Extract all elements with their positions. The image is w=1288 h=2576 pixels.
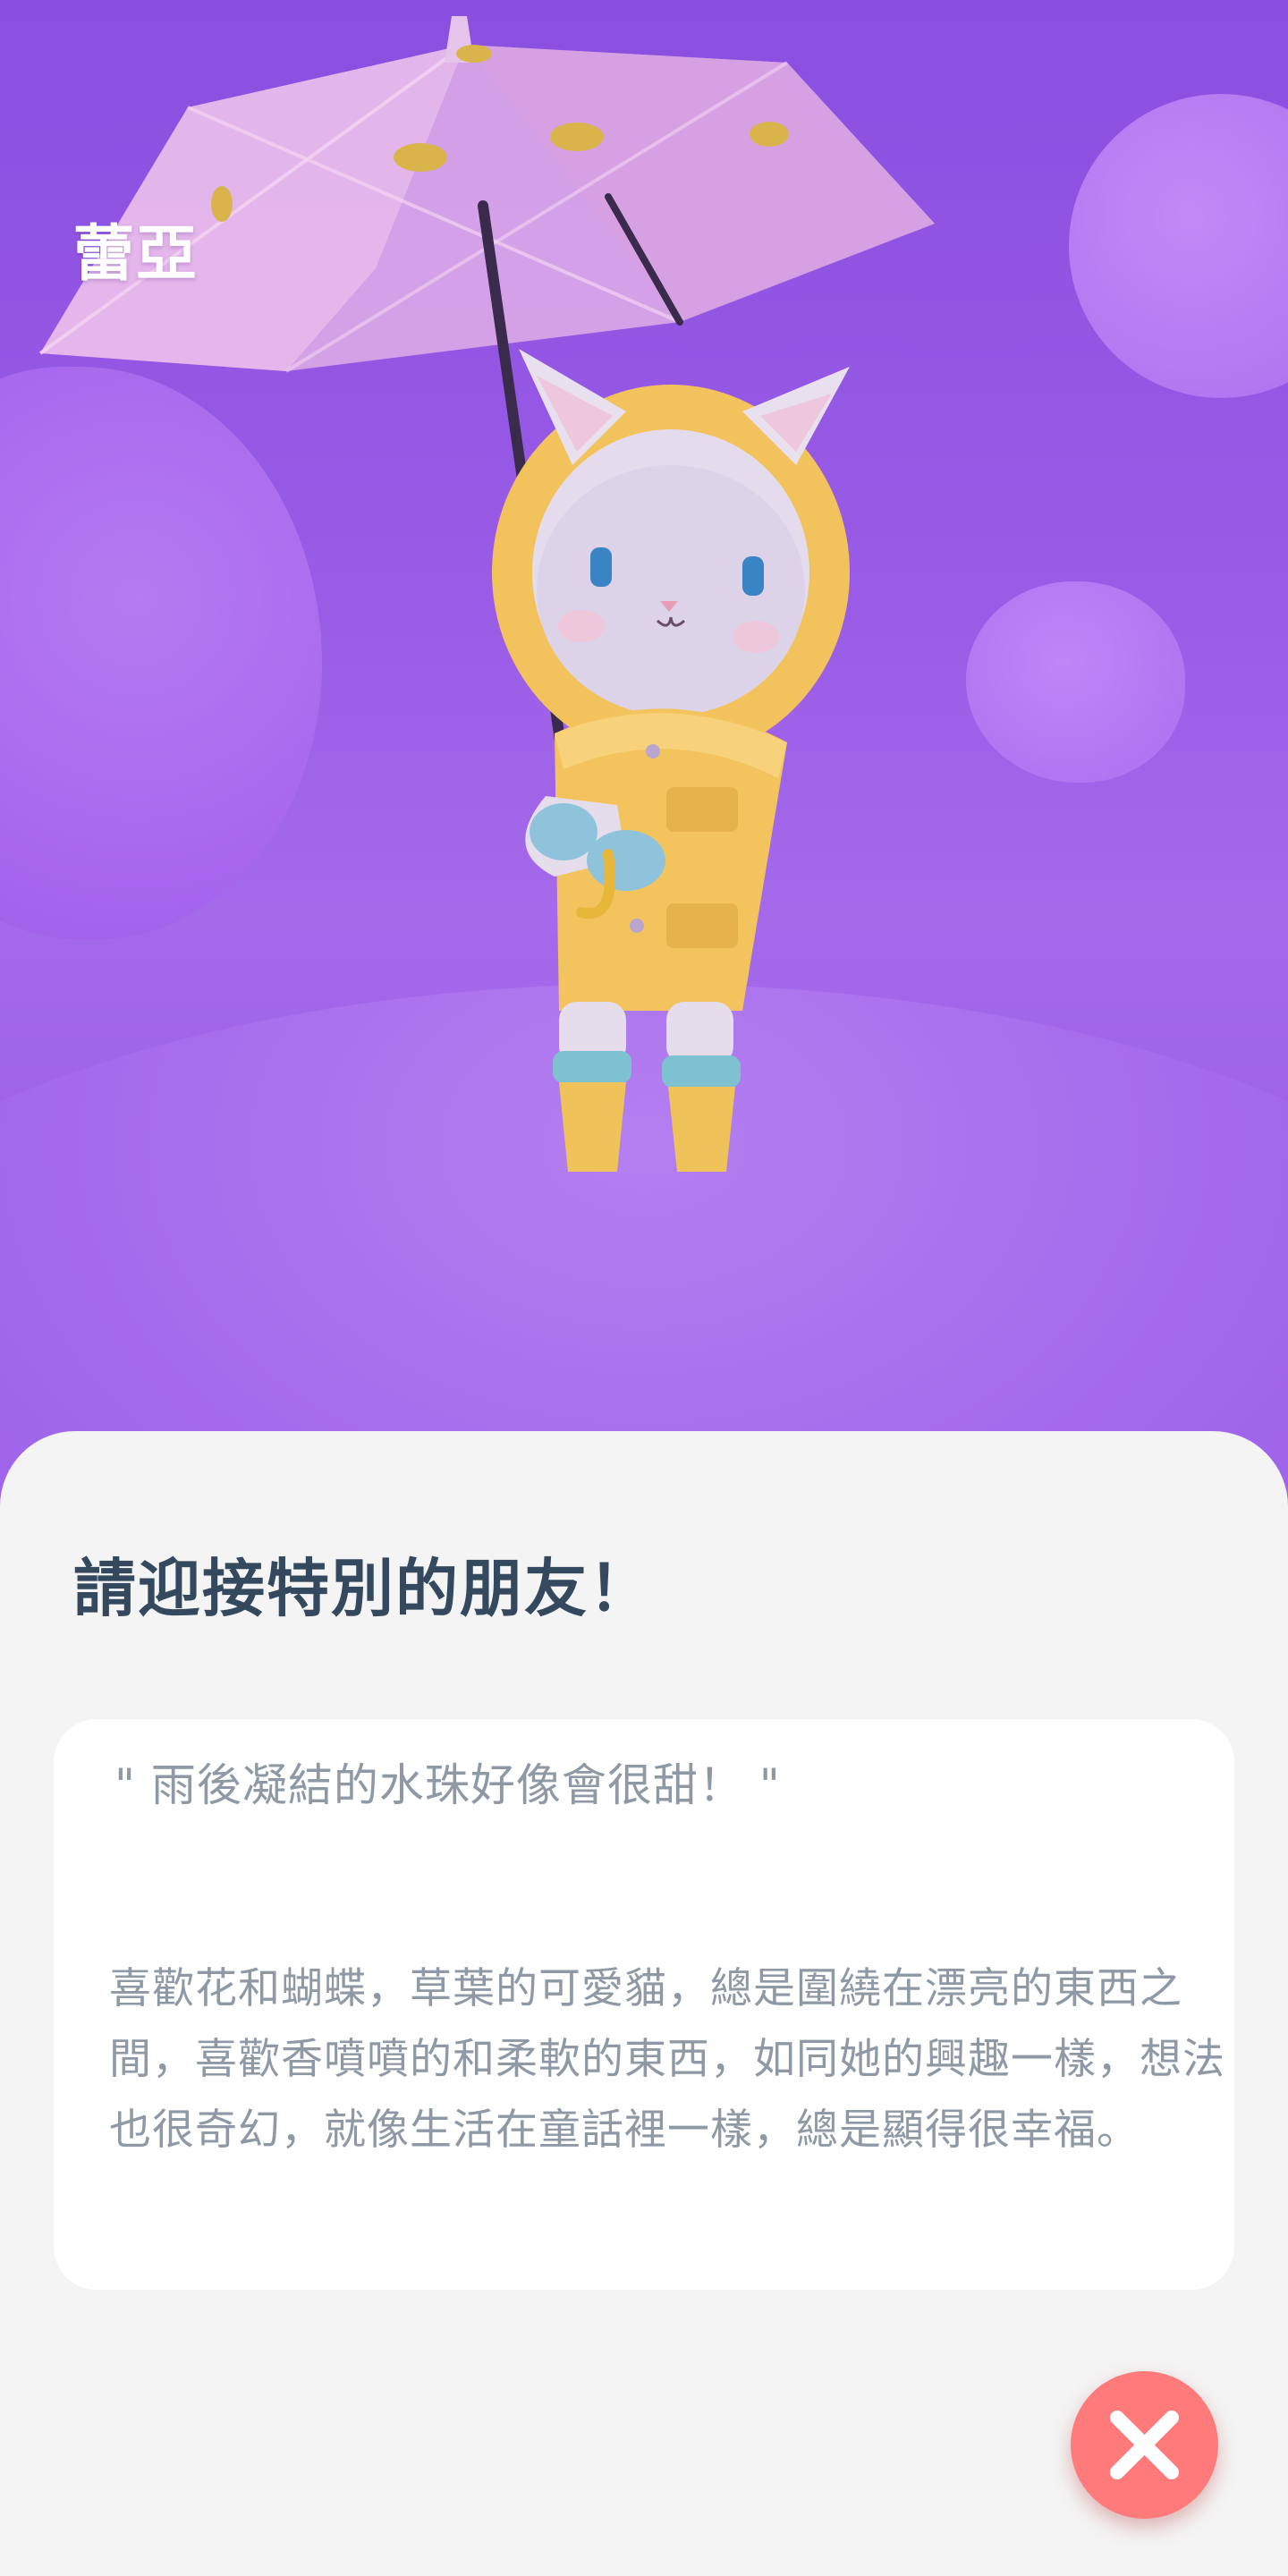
close-button[interactable]	[1071, 2371, 1218, 2519]
quote-card: " 雨後凝結的水珠好像會很甜！ " 喜歡花和蝴蝶，草葉的可愛貓，總是圍繞在漂亮的…	[54, 1719, 1234, 2290]
sheet-title: 請迎接特別的朋友！	[73, 1552, 653, 1625]
character-intro-screen: 蕾亞 請迎接特別的朋友！ " 雨後凝結的水珠好像會很甜！ " 喜歡花和蝴蝶，草葉…	[0, 0, 1288, 2576]
character-description: 喜歡花和蝴蝶，草葉的可愛貓，總是圍繞在漂亮的東西之間，喜歡香噴噴的和柔軟的東西，…	[109, 1964, 1225, 2155]
character-scene: 蕾亞	[0, 0, 1288, 1521]
close-icon	[1110, 2411, 1179, 2479]
character-name: 蕾亞	[73, 219, 199, 290]
cat-body	[492, 349, 850, 1172]
character-quote: " 雨後凝結的水珠好像會很甜！ "	[114, 1759, 781, 1811]
